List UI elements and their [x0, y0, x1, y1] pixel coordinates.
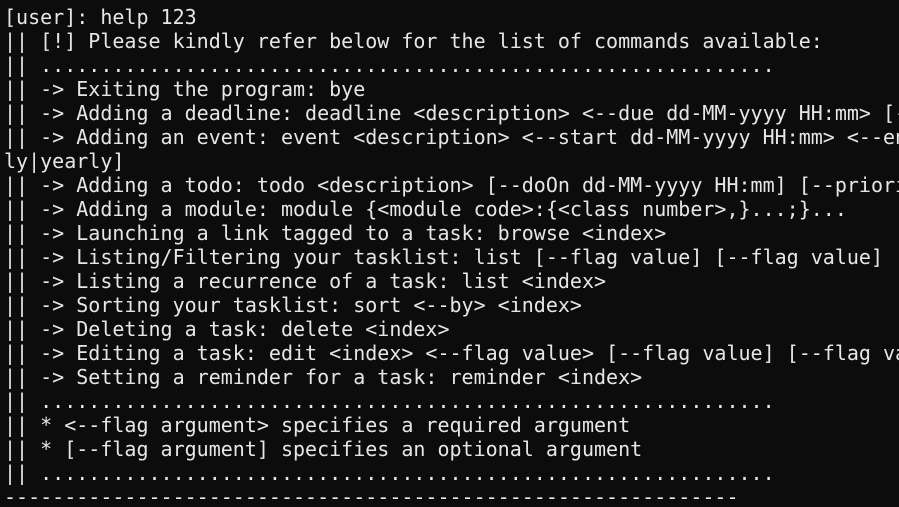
- terminal-line-cmd-sort: || -> Sorting your tasklist: sort <--by>…: [4, 293, 582, 317]
- terminal-line-cmd-deadline: || -> Adding a deadline: deadline <descr…: [4, 101, 899, 125]
- terminal-line-cmd-delete: || -> Deleting a task: delete <index>: [4, 317, 450, 341]
- terminal-line-note-optional: || * [--flag argument] specifies an opti…: [4, 437, 643, 461]
- terminal-line-cmd-browse: || -> Launching a link tagged to a task:…: [4, 221, 667, 245]
- terminal-line-cmd-todo: || -> Adding a todo: todo <description> …: [4, 173, 899, 197]
- terminal-line-cmd-list-recurrence: || -> Listing a recurrence of a task: li…: [4, 269, 607, 293]
- terminal-line-cmd-edit: || -> Editing a task: edit <index> <--fl…: [4, 341, 899, 365]
- terminal-output[interactable]: [user]: help 123 || [!] Please kindly re…: [0, 0, 899, 507]
- terminal-line-cmd-event: || -> Adding an event: event <descriptio…: [4, 125, 899, 149]
- terminal-line-cmd-list-filter: || -> Listing/Filtering your tasklist: l…: [4, 245, 899, 269]
- terminal-line-cmd-module: || -> Adding a module: module {<module c…: [4, 197, 847, 221]
- terminal-line-note-required: || * <--flag argument> specifies a requi…: [4, 413, 631, 437]
- terminal-line-dotted-separator: || .....................................…: [4, 53, 775, 77]
- terminal-line-cmd-reminder: || -> Setting a reminder for a task: rem…: [4, 365, 643, 389]
- terminal-line-dashed-rule: ----------------------------------------…: [4, 485, 739, 507]
- terminal-line-user-command: [user]: help 123: [4, 5, 197, 29]
- terminal-line-help-header: || [!] Please kindly refer below for the…: [4, 29, 823, 53]
- terminal-line-dotted-separator: || .....................................…: [4, 461, 775, 485]
- terminal-line-cmd-bye: || -> Exiting the program: bye: [4, 77, 366, 101]
- terminal-line-dotted-separator: || .....................................…: [4, 389, 775, 413]
- terminal-line-cmd-event-wrap: ly|yearly]: [4, 149, 125, 173]
